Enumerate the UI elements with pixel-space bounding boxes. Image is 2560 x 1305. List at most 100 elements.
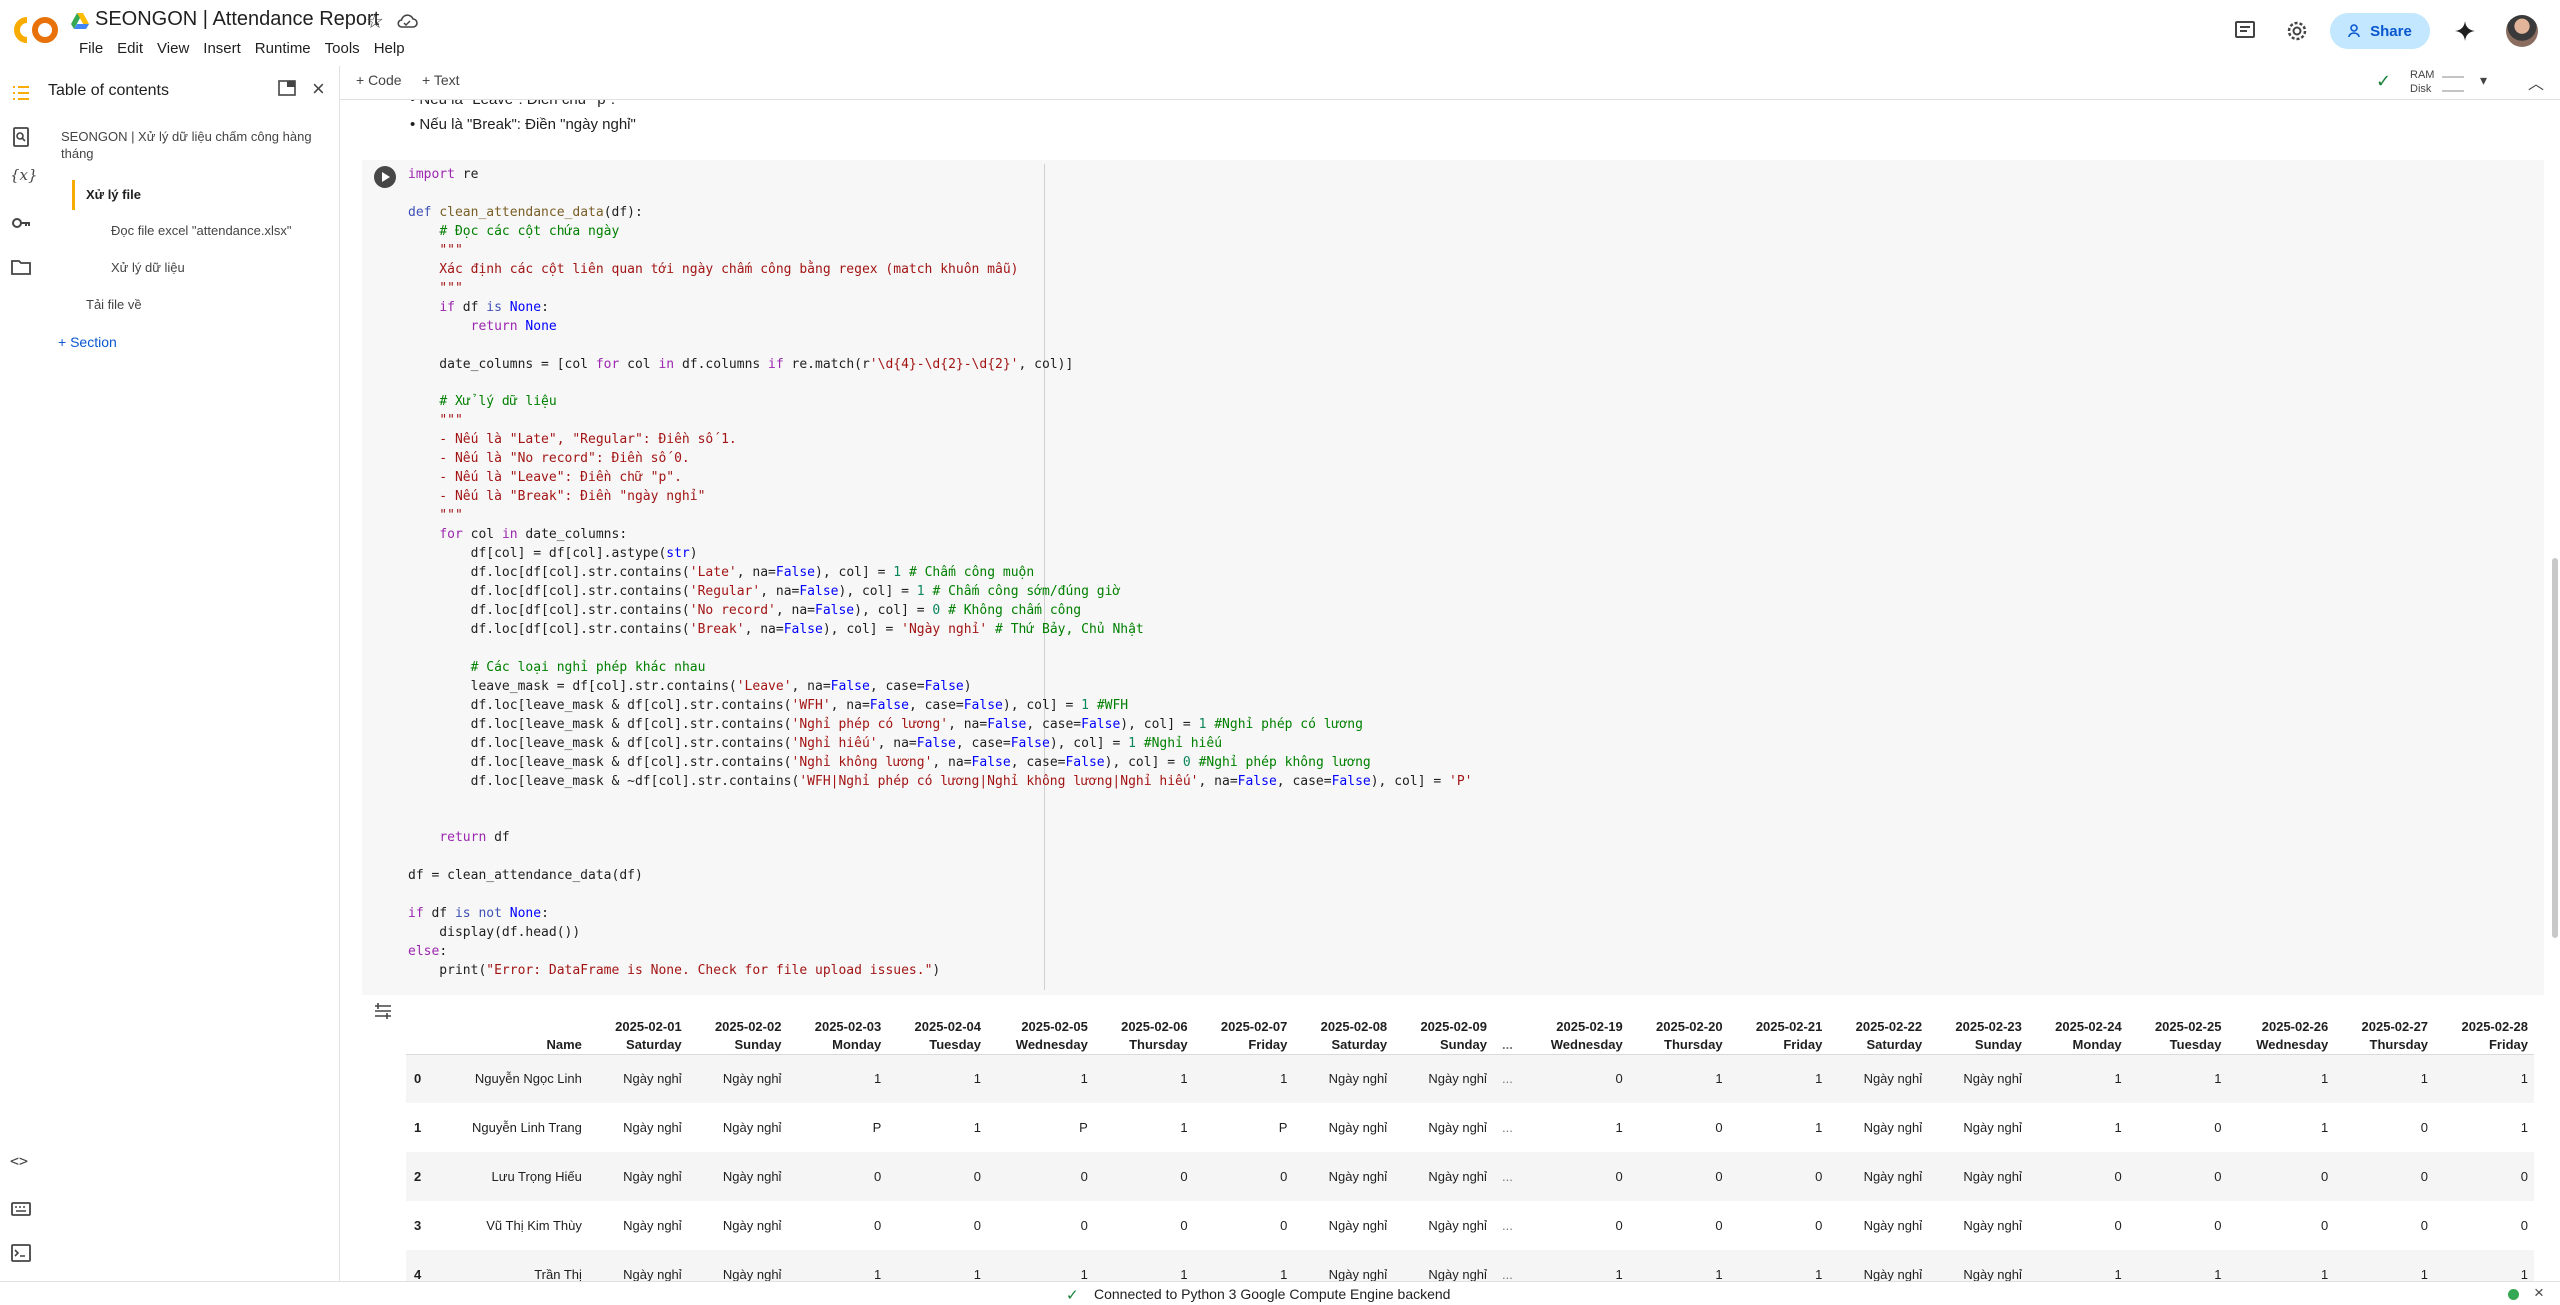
- column-header-day: Friday: [1248, 1036, 1288, 1052]
- notebook-title[interactable]: SEONGON | Attendance Report: [95, 8, 379, 31]
- attendance-cell: Ngày nghỉ: [1328, 1119, 1388, 1135]
- attendance-cell: Ngày nghỉ: [722, 1070, 782, 1086]
- code-snippets-icon[interactable]: <>: [10, 1152, 32, 1174]
- attendance-cell: Ngày nghỉ: [1863, 1070, 1923, 1086]
- column-header: 2025-02-06 Thursday: [1094, 1010, 1194, 1054]
- open-in-tab-icon[interactable]: [278, 80, 296, 96]
- attendance-cell: Ngày nghỉ: [1963, 1266, 2022, 1282]
- menu-tools[interactable]: Tools: [318, 40, 367, 57]
- menu-edit[interactable]: Edit: [110, 40, 150, 57]
- attendance-cell: 1: [1715, 1070, 1723, 1086]
- column-header-day: Wednesday: [2256, 1036, 2329, 1052]
- code-editor[interactable]: import re def clean_attendance_data(df):…: [408, 166, 1473, 981]
- menu-view[interactable]: View: [150, 40, 196, 57]
- column-header: 2025-02-22 Saturday: [1828, 1010, 1928, 1054]
- attendance-cell: 0: [1815, 1168, 1823, 1184]
- attendance-cell: 0: [973, 1168, 982, 1184]
- drive-icon[interactable]: [70, 12, 90, 30]
- column-header: 2025-02-25 Tuesday: [2128, 1010, 2228, 1054]
- attendance-cell: 0: [2214, 1168, 2222, 1184]
- table-row: 1 Nguyễn Linh Trang Ngày nghỉ Ngày nghỉ P 1 P 1…: [406, 1103, 2534, 1152]
- attendance-cell: Ngày nghỉ: [623, 1070, 682, 1086]
- toc-item-xu-ly-du-lieu[interactable]: Xử lý dữ liệu: [111, 259, 185, 276]
- column-header: 2025-02-21 Friday: [1729, 1010, 1829, 1054]
- column-header: 2025-02-19 Wednesday: [1522, 1010, 1629, 1054]
- attendance-cell: 0: [2114, 1168, 2122, 1184]
- colab-logo[interactable]: [12, 12, 60, 48]
- attendance-cell: P: [1278, 1119, 1288, 1135]
- table-row: 3 Vũ Thị Kim Thùy Ngày nghỉ Ngày nghỉ 0 0 0 0 0 N…: [406, 1201, 2534, 1250]
- share-button[interactable]: Share: [2330, 13, 2430, 49]
- runtime-dropdown-icon[interactable]: ▾: [2480, 72, 2487, 89]
- ram-disk-indicator[interactable]: RAM Disk: [2410, 68, 2434, 96]
- secrets-key-icon[interactable]: [10, 212, 32, 234]
- menu-file[interactable]: File: [72, 40, 110, 57]
- menu-help[interactable]: Help: [367, 40, 412, 57]
- employee-name-cell: Nguyễn Linh Trang: [472, 1119, 582, 1135]
- attendance-cell: 1: [1180, 1119, 1188, 1135]
- column-header-date: 2025-02-27: [2361, 1018, 2429, 1034]
- attendance-cell: Ngày nghỉ: [722, 1119, 782, 1135]
- people-icon: [2348, 24, 2360, 38]
- find-replace-icon[interactable]: [10, 126, 32, 148]
- column-header: 2025-02-28 Friday: [2434, 1010, 2534, 1054]
- close-panel-icon[interactable]: ×: [312, 76, 325, 102]
- attendance-cell: Ngày nghỉ: [1328, 1070, 1388, 1086]
- comments-icon[interactable]: [2232, 18, 2258, 44]
- close-status-icon[interactable]: ×: [2534, 1283, 2544, 1303]
- add-section-button[interactable]: + Section: [58, 334, 117, 350]
- column-header-ellipsis-date: ...: [1502, 1036, 1513, 1052]
- star-icon[interactable]: ☆: [366, 9, 384, 34]
- settings-gear-icon[interactable]: [2284, 18, 2310, 44]
- cloud-saved-icon[interactable]: [396, 12, 418, 30]
- attendance-cell: 0: [874, 1217, 882, 1233]
- column-header-name: Name: [433, 1010, 588, 1054]
- runtime-status-dot[interactable]: [2508, 1289, 2519, 1300]
- add-code-button[interactable]: + Code: [356, 72, 402, 88]
- column-header-day: Friday: [2488, 1036, 2528, 1052]
- column-header-date: 2025-02-06: [1121, 1018, 1188, 1034]
- table-of-contents-icon[interactable]: [10, 82, 32, 104]
- user-avatar[interactable]: [2506, 15, 2538, 47]
- run-cell-button[interactable]: [374, 166, 396, 188]
- toc-item-main[interactable]: SEONGON | Xử lý dữ liệu chấm công hàng t…: [61, 128, 321, 162]
- toc-item-doc-file[interactable]: Đọc file excel "attendance.xlsx": [111, 222, 291, 239]
- vertical-scrollbar[interactable]: [2552, 558, 2558, 938]
- ellipsis-cell: ...: [1502, 1168, 1513, 1184]
- attendance-cell: P: [1079, 1119, 1088, 1135]
- ellipsis-cell: ...: [1502, 1070, 1513, 1086]
- variables-icon[interactable]: {x}: [10, 166, 38, 188]
- menu-bar: File Edit View Insert Runtime Tools Help: [72, 40, 412, 57]
- menu-insert[interactable]: Insert: [196, 40, 248, 57]
- menu-runtime[interactable]: Runtime: [248, 40, 318, 57]
- column-header-day: Sunday: [1439, 1036, 1487, 1052]
- terminal-icon[interactable]: [10, 1242, 32, 1264]
- column-header-day: Monday: [2072, 1036, 2122, 1052]
- toc-item-xu-ly-file[interactable]: Xử lý file: [86, 186, 141, 203]
- column-header: 2025-02-07 Friday: [1194, 1010, 1294, 1054]
- notebook-main: • Nếu là "Leave": Điền chữ "p". • Nếu là…: [340, 100, 2560, 1281]
- attendance-cell: 0: [1615, 1070, 1623, 1086]
- files-folder-icon[interactable]: [10, 256, 32, 278]
- toc-active-indicator: [72, 180, 75, 210]
- column-header: 2025-02-09 Sunday: [1393, 1010, 1493, 1054]
- column-header-day: Saturday: [626, 1036, 682, 1052]
- employee-name-cell: Lưu Trọng Hiếu: [491, 1168, 582, 1184]
- markdown-bullet-break: • Nếu là "Break": Điền "ngày nghỉ": [410, 116, 636, 133]
- output-actions-icon[interactable]: [372, 1000, 394, 1022]
- attendance-cell: Ngày nghỉ: [1428, 1217, 1487, 1233]
- column-header-ellipsis: ...: [1493, 1010, 1522, 1054]
- command-palette-icon[interactable]: [10, 1198, 32, 1220]
- collapse-header-icon[interactable]: ︿: [2528, 70, 2544, 94]
- gemini-sparkle-icon[interactable]: [2452, 18, 2478, 44]
- column-header-day: Monday: [832, 1036, 882, 1052]
- column-header-date: 2025-02-26: [2261, 1018, 2329, 1034]
- column-header-day: Thursday: [1129, 1036, 1188, 1052]
- column-header-day: Saturday: [1331, 1036, 1388, 1052]
- toc-item-tai-file[interactable]: Tải file về: [86, 296, 142, 313]
- add-text-button[interactable]: + Text: [422, 72, 460, 88]
- attendance-cell: 0: [1715, 1168, 1723, 1184]
- attendance-cell: Ngày nghỉ: [1428, 1119, 1487, 1135]
- code-cell[interactable]: import re def clean_attendance_data(df):…: [362, 160, 2544, 995]
- attendance-cell: 0: [2420, 1217, 2429, 1233]
